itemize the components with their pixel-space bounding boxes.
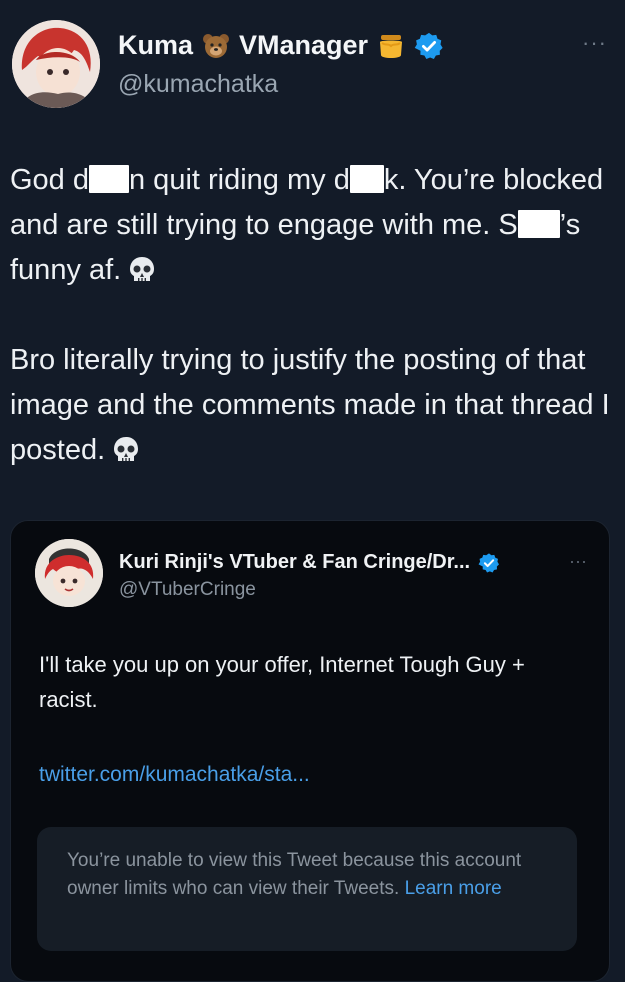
redaction-block xyxy=(349,165,384,193)
quoted-more-options-button[interactable]: ··· xyxy=(569,551,587,572)
skull-icon xyxy=(111,434,141,464)
text-fragment: God d xyxy=(10,164,89,196)
more-options-button[interactable]: ··· xyxy=(582,30,607,56)
tweet-paragraph-2: Bro literally trying to justify the post… xyxy=(10,338,610,473)
quoted-tweet-card[interactable]: Kuri Rinji's VTuber & Fan Cringe/Dr... ·… xyxy=(10,520,610,982)
verified-badge-icon xyxy=(478,552,500,574)
author-name-part2: VManager xyxy=(239,30,369,60)
author-avatar[interactable] xyxy=(12,20,100,108)
restricted-notice-text: You’re unable to view this Tweet because… xyxy=(67,847,557,903)
skull-icon xyxy=(127,254,157,284)
honey-pot-icon xyxy=(376,31,406,61)
quoted-tweet-link[interactable]: twitter.com/kumachatka/sta... xyxy=(39,763,310,787)
text-fragment: Bro literally trying to justify the post… xyxy=(10,344,610,466)
quoted-author-name-row[interactable]: Kuri Rinji's VTuber & Fan Cringe/Dr... xyxy=(119,551,500,574)
redaction-block xyxy=(517,210,560,238)
quoted-author-handle[interactable]: @VTuberCringe xyxy=(119,579,256,601)
bear-face-icon xyxy=(201,31,231,61)
text-fragment: n quit riding my d xyxy=(129,164,350,196)
learn-more-link[interactable]: Learn more xyxy=(405,878,502,899)
quoted-author-avatar[interactable] xyxy=(35,539,103,607)
redaction-block xyxy=(89,165,129,193)
restricted-tweet-notice: You’re unable to view this Tweet because… xyxy=(37,827,577,951)
quoted-author-name: Kuri Rinji's VTuber & Fan Cringe/Dr... xyxy=(119,551,471,573)
author-handle[interactable]: @kumachatka xyxy=(118,70,278,99)
tweet-paragraph-1: God dn quit riding my d k. You’re blocked… xyxy=(10,158,610,293)
verified-badge-icon xyxy=(414,31,444,61)
tweet-body: God dn quit riding my d k. You’re blocked… xyxy=(10,158,610,473)
quoted-tweet-text: I'll take you up on your offer, Internet… xyxy=(39,652,525,712)
author-name-part1: Kuma xyxy=(118,30,194,60)
author-name-row[interactable]: Kuma VManager xyxy=(118,30,444,61)
